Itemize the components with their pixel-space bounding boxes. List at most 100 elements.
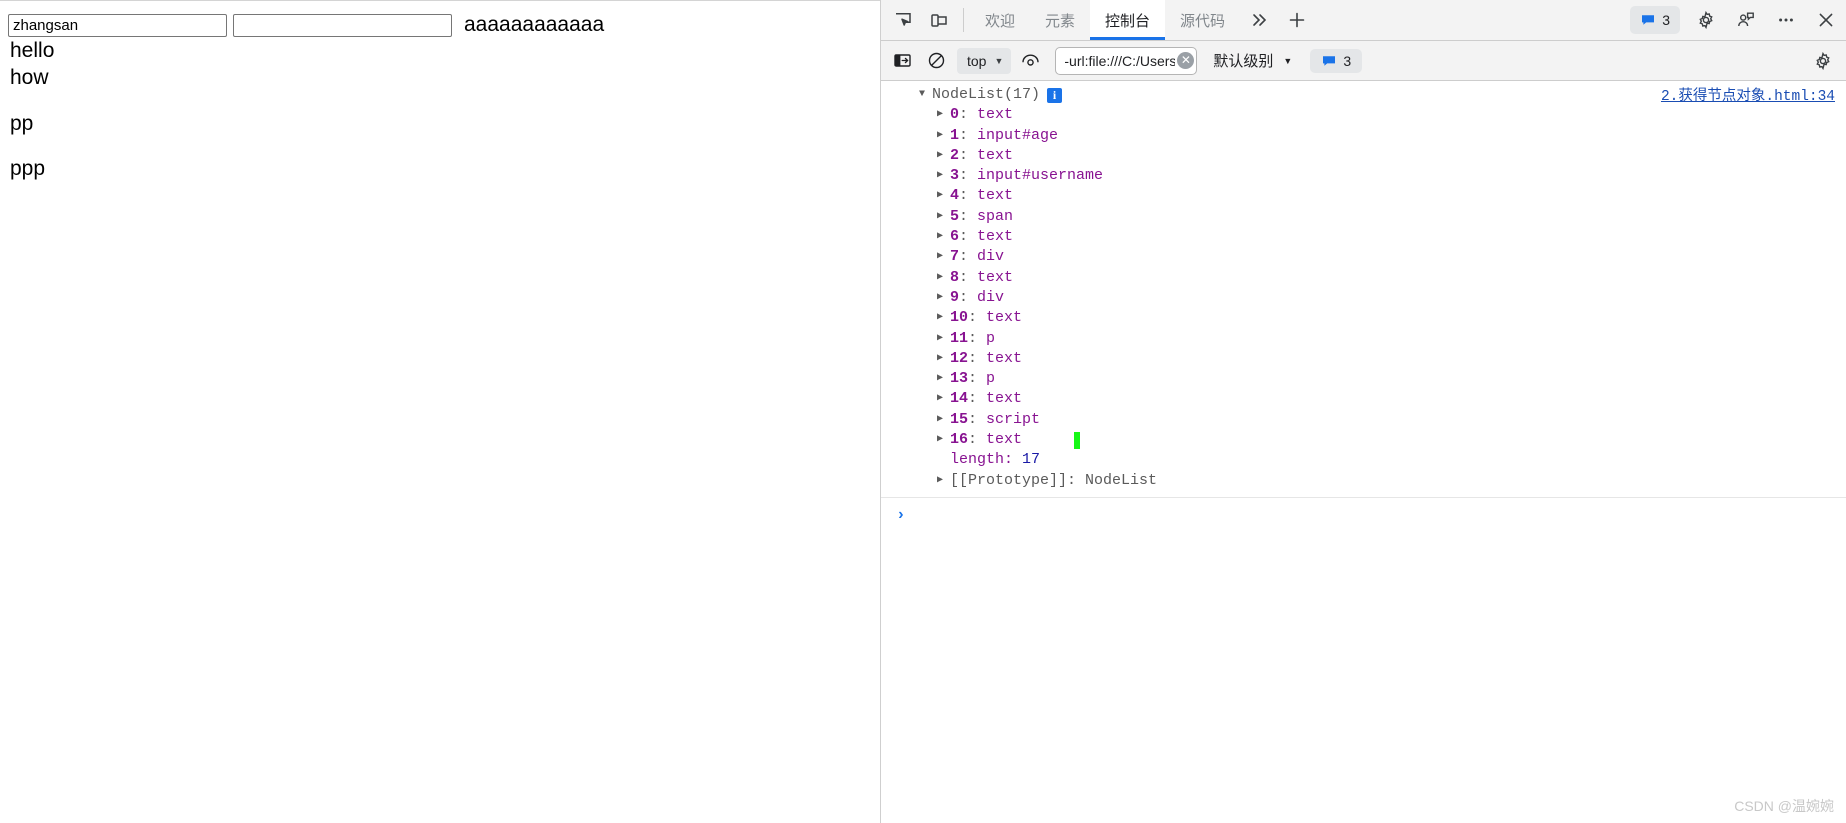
page-div-how: how	[10, 64, 872, 91]
nodelist-entry-1[interactable]: ▶1: input#age	[881, 126, 1846, 146]
inspect-element-icon[interactable]	[885, 0, 921, 40]
nodelist-entry-value: text	[977, 227, 1013, 247]
nodelist-entries: ▶0: text▶1: input#age▶2: text▶3: input#u…	[881, 105, 1846, 450]
tab-sources[interactable]: 源代码	[1165, 0, 1240, 40]
expand-arrow-icon-14[interactable]: ▶	[937, 389, 950, 409]
console-filter-input[interactable]	[1062, 52, 1177, 70]
log-level-select[interactable]: 默认级别 ▼	[1213, 50, 1292, 71]
nodelist-entry-6[interactable]: ▶6: text	[881, 227, 1846, 247]
nodelist-label: NodeList(17)	[932, 85, 1040, 105]
tab-console[interactable]: 控制台	[1090, 0, 1165, 40]
nodelist-entry-colon: :	[959, 207, 977, 227]
issues-badge-top[interactable]: 3	[1630, 6, 1680, 34]
nodelist-entry-7[interactable]: ▶7: div	[881, 247, 1846, 267]
nodelist-entry-index: 16	[950, 430, 968, 450]
nodelist-entry-index: 14	[950, 389, 968, 409]
expand-arrow-icon-10[interactable]: ▶	[937, 308, 950, 328]
nodelist-entry-12[interactable]: ▶12: text	[881, 349, 1846, 369]
clear-filter-icon[interactable]: ✕	[1177, 52, 1194, 69]
expand-arrow-icon-9[interactable]: ▶	[937, 288, 950, 308]
log-level-label: 默认级别	[1213, 50, 1273, 71]
page-span-text: aaaaaaaaaaaa	[464, 13, 604, 37]
expand-arrow-icon-6[interactable]: ▶	[937, 227, 950, 247]
expand-arrow-icon-0[interactable]: ▶	[937, 105, 950, 125]
nodelist-entry-14[interactable]: ▶14: text	[881, 389, 1846, 409]
expand-arrow-icon-13[interactable]: ▶	[937, 369, 950, 389]
nodelist-entry-colon: :	[959, 288, 977, 308]
age-input[interactable]	[233, 14, 452, 37]
username-input[interactable]	[8, 14, 227, 37]
expand-arrow-icon-11[interactable]: ▶	[937, 329, 950, 349]
page-inputs-row: aaaaaaaaaaaa	[8, 13, 872, 37]
console-settings-gear-icon[interactable]	[1808, 47, 1838, 75]
nodelist-entry-4[interactable]: ▶4: text	[881, 186, 1846, 206]
tab-welcome[interactable]: 欢迎	[970, 0, 1030, 40]
expand-arrow-icon-5[interactable]: ▶	[937, 207, 950, 227]
gear-icon[interactable]	[1686, 0, 1726, 40]
nodelist-entry-value: text	[977, 146, 1013, 166]
nodelist-entry-index: 8	[950, 268, 959, 288]
nodelist-entry-colon: :	[959, 146, 977, 166]
nodelist-entry-9[interactable]: ▶9: div	[881, 288, 1846, 308]
expand-arrow-icon-16[interactable]: ▶	[937, 430, 950, 450]
info-icon[interactable]: i	[1047, 88, 1062, 103]
nodelist-entry-2[interactable]: ▶2: text	[881, 146, 1846, 166]
nodelist-entry-13[interactable]: ▶13: p	[881, 369, 1846, 389]
nodelist-entry-value: input#age	[977, 126, 1058, 146]
nodelist-entry-colon: :	[959, 186, 977, 206]
nodelist-entry-colon: :	[959, 268, 977, 288]
page-top-divider	[0, 0, 880, 1]
expand-arrow-icon-4[interactable]: ▶	[937, 186, 950, 206]
more-options-icon[interactable]	[1766, 0, 1806, 40]
device-toolbar-icon[interactable]	[921, 0, 957, 40]
expand-arrow-icon-2[interactable]: ▶	[937, 146, 950, 166]
expand-arrow-icon-1[interactable]: ▶	[937, 126, 950, 146]
expand-arrow-icon-12[interactable]: ▶	[937, 349, 950, 369]
nodelist-entry-value: text	[977, 268, 1013, 288]
nodelist-entry-index: 11	[950, 329, 968, 349]
expand-arrow-icon-prototype[interactable]: ▶	[937, 471, 950, 491]
nodelist-entry-10[interactable]: ▶10: text	[881, 308, 1846, 328]
feedback-icon[interactable]	[1726, 0, 1766, 40]
console-message-nodelist[interactable]: 2.获得节点对象.html:34 ▼ NodeList(17) i ▶0: te…	[881, 81, 1846, 498]
tab-elements[interactable]: 元素	[1030, 0, 1090, 40]
nodelist-entry-11[interactable]: ▶11: p	[881, 329, 1846, 349]
console-filter[interactable]: ✕	[1055, 47, 1197, 75]
issues-count-top: 3	[1662, 12, 1670, 28]
expand-arrow-icon-7[interactable]: ▶	[937, 247, 950, 267]
issue-message-icon	[1640, 12, 1656, 28]
nodelist-entry-colon: :	[959, 247, 977, 267]
issue-message-icon-console	[1321, 53, 1337, 69]
nodelist-entry-5[interactable]: ▶5: span	[881, 207, 1846, 227]
nodelist-entry-colon: :	[959, 126, 977, 146]
more-tabs-icon[interactable]	[1240, 0, 1278, 40]
expand-arrow-icon-3[interactable]: ▶	[937, 166, 950, 186]
console-output[interactable]: 2.获得节点对象.html:34 ▼ NodeList(17) i ▶0: te…	[881, 81, 1846, 823]
console-prompt-row[interactable]: ›	[881, 498, 1846, 524]
execution-context-select[interactable]: top ▼	[957, 48, 1011, 74]
add-tab-icon[interactable]	[1278, 0, 1316, 40]
console-toolbar: top ▼ ✕ 默认级别 ▼ 3	[881, 41, 1846, 81]
console-source-link[interactable]: 2.获得节点对象.html:34	[1661, 84, 1835, 105]
nodelist-entry-3[interactable]: ▶3: input#username	[881, 166, 1846, 186]
nodelist-prototype-row[interactable]: ▶ [[Prototype]]: NodeList	[881, 471, 1846, 491]
expand-arrow-icon[interactable]: ▼	[919, 85, 932, 105]
nodelist-entry-8[interactable]: ▶8: text	[881, 268, 1846, 288]
nodelist-entry-15[interactable]: ▶15: script	[881, 410, 1846, 430]
prototype-label: [[Prototype]]: NodeList	[950, 471, 1157, 491]
nodelist-entry-index: 7	[950, 247, 959, 267]
nodelist-entry-16[interactable]: ▶16: text	[881, 430, 1846, 450]
expand-arrow-icon-8[interactable]: ▶	[937, 268, 950, 288]
nodelist-entry-index: 0	[950, 105, 959, 125]
live-expression-icon[interactable]	[1015, 47, 1045, 75]
nodelist-entry-0[interactable]: ▶0: text	[881, 105, 1846, 125]
execution-context-value: top	[967, 53, 986, 69]
expand-arrow-icon-15[interactable]: ▶	[937, 410, 950, 430]
clear-console-icon[interactable]	[921, 47, 951, 75]
nodelist-entry-value: p	[986, 369, 995, 389]
devtools-tabbar: 欢迎 元素 控制台 源代码	[881, 0, 1846, 41]
issues-badge-console[interactable]: 3	[1310, 49, 1362, 73]
console-sidebar-icon[interactable]	[887, 47, 917, 75]
close-icon[interactable]	[1806, 0, 1846, 40]
nodelist-entry-value: div	[977, 288, 1004, 308]
